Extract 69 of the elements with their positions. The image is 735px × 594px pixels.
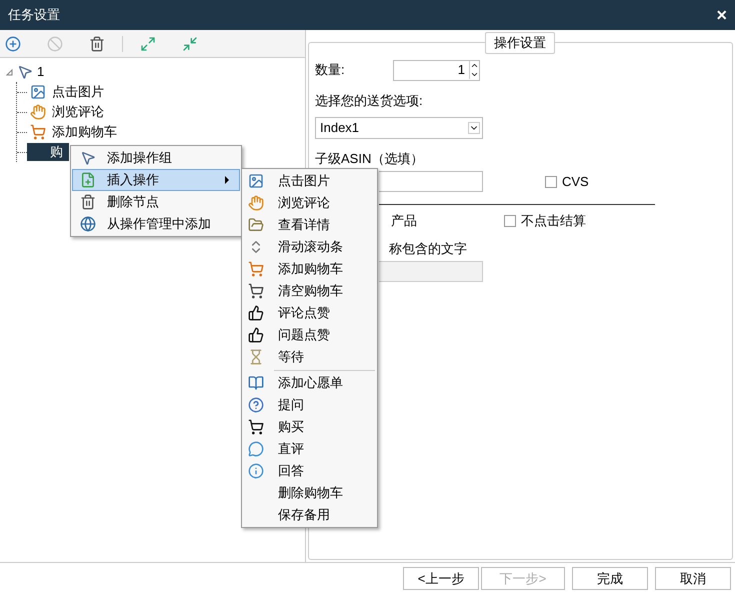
insert-icon [80,172,96,188]
thumbs-up-icon [248,305,264,321]
collapse-button[interactable] [181,34,199,52]
footer-button[interactable]: <上一步 [403,567,479,590]
pointer-icon [80,150,96,166]
folder-icon [248,217,264,233]
close-button[interactable]: × [716,6,727,24]
menu-item[interactable]: 等待 [242,346,377,368]
dropdown-icon [468,122,480,134]
footer-button[interactable]: 完成 [572,567,648,590]
tree-node[interactable]: 浏览评论 [27,103,107,121]
question-icon [248,397,264,413]
menu-item[interactable]: 删除节点 [72,191,240,213]
menu-item[interactable]: 回答 [242,460,377,482]
menu-item[interactable]: 直评 [242,438,377,460]
asin-field[interactable] [379,171,483,192]
cart-icon [248,419,264,435]
field-label: 子级ASIN（选填） [315,150,424,168]
book-icon [248,375,264,391]
menu-item[interactable]: 购买 [242,416,377,438]
field-label: 产品 [391,212,418,230]
tree-node[interactable]: 添加购物车 [27,123,120,141]
footer-button[interactable]: 取消 [655,567,731,590]
cart-icon [248,261,264,277]
picture-icon [248,173,264,189]
cvs-checkbox[interactable]: CVS [545,172,589,192]
cart-icon [248,283,264,299]
menu-item[interactable]: 查看详情 [242,214,377,236]
hand-icon [248,195,264,211]
group-legend: 操作设置 [485,32,555,54]
tree-node[interactable]: 点击图片 [27,83,107,101]
hourglass-icon [248,349,264,365]
trash-button[interactable] [88,34,106,52]
globe-icon [80,216,96,232]
field-label: 称包含的文字 [389,240,467,258]
trash-icon [80,194,96,210]
menu-item[interactable]: 添加操作组 [72,147,240,169]
thumbs-up-icon [248,327,264,343]
expand-button[interactable] [139,34,157,52]
chat-icon [248,441,264,457]
hand-icon [30,104,46,120]
menu-item[interactable]: 清空购物车 [242,280,377,302]
quantity-spinner[interactable]: 1 [393,60,480,80]
menu-item[interactable]: 评论点赞 [242,302,377,324]
menu-item[interactable]: 添加心愿单 [242,368,377,394]
pointer-icon [17,64,33,80]
tree-node[interactable]: 1 [37,62,44,82]
cart-icon [30,124,46,140]
menu-item[interactable]: 保存备用 [242,504,377,526]
expander-icon[interactable] [6,68,13,76]
menu-item[interactable]: 点击图片 [242,170,377,192]
window-title: 任务设置 [8,6,60,24]
menu-item[interactable]: 删除购物车 [242,482,377,504]
menu-item[interactable]: 从操作管理中添加 [72,213,240,235]
menu-item[interactable]: 插入操作 [72,169,240,191]
picture-icon [30,84,46,100]
menu-item[interactable]: 滑动滚动条 [242,236,377,258]
menu-item[interactable]: 提问 [242,394,377,416]
field-label: 选择您的送货选项: [315,92,424,110]
menu-item[interactable]: 添加购物车 [242,258,377,280]
shipping-select[interactable]: Index1 [315,117,483,139]
field-label: 数量: [315,61,346,80]
tree-node[interactable]: 购 [27,143,69,161]
add-button[interactable] [4,34,22,52]
menu-item[interactable]: 浏览评论 [242,192,377,214]
info-icon [248,463,264,479]
no-checkout-checkbox[interactable]: 不点击结算 [504,211,586,231]
submenu-arrow-icon [225,176,229,184]
menu-item[interactable]: 问题点赞 [242,324,377,346]
